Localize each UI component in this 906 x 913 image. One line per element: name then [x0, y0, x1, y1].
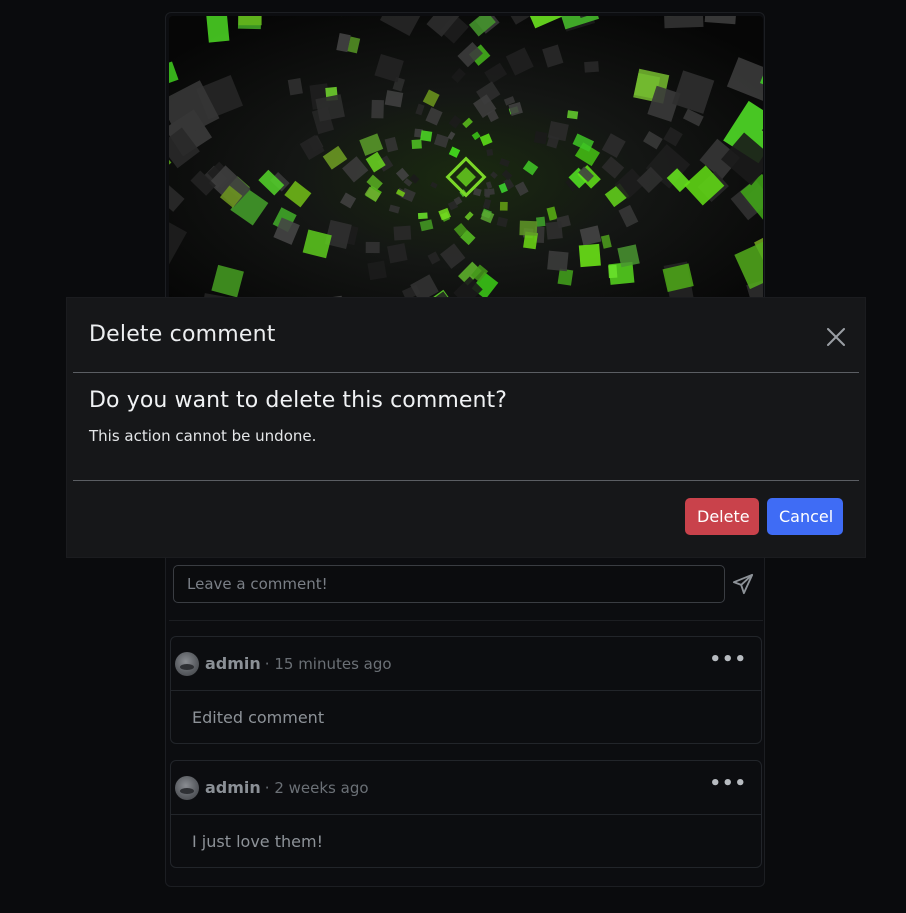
- decorative-cube: [662, 16, 704, 29]
- decorative-cube: [367, 260, 387, 281]
- avatar[interactable]: [175, 775, 199, 800]
- modal-body: Do you want to delete this comment? This…: [89, 372, 849, 480]
- decorative-cube: [484, 188, 490, 197]
- decorative-cube: [387, 243, 408, 264]
- comment-time: · 2 weeks ago: [264, 778, 369, 797]
- page: admin · 15 minutes ago ••• Edited commen…: [0, 0, 906, 913]
- modal-footer: Delete Cancel: [73, 480, 859, 558]
- modal-title: Delete comment: [89, 322, 276, 347]
- comment-author[interactable]: admin: [205, 654, 261, 673]
- decorative-cube: [499, 201, 508, 211]
- decorative-cube: [371, 99, 384, 119]
- decorative-cube: [417, 212, 428, 220]
- decorative-cube: [578, 243, 601, 268]
- comment-card: admin · 15 minutes ago ••• Edited commen…: [170, 636, 762, 744]
- delete-button[interactable]: Delete: [685, 498, 759, 535]
- decorative-cube: [411, 139, 422, 150]
- comment-divider: [169, 620, 763, 621]
- decorative-cube: [533, 130, 548, 145]
- decorative-cube: [206, 16, 230, 43]
- cancel-button[interactable]: Cancel: [767, 498, 843, 535]
- close-icon: [827, 328, 845, 346]
- decorative-cube: [566, 110, 579, 120]
- decorative-cube: [238, 16, 262, 26]
- modal-note: This action cannot be undone.: [89, 427, 317, 445]
- decorative-cube: [545, 221, 563, 240]
- avatar[interactable]: [175, 651, 199, 676]
- comment-card: admin · 2 weeks ago ••• I just love them…: [170, 760, 762, 868]
- decorative-cube: [547, 250, 569, 272]
- delete-comment-modal: Delete comment Do you want to delete thi…: [67, 298, 865, 557]
- comment-header: admin · 2 weeks ago •••: [171, 761, 761, 815]
- close-button[interactable]: [827, 328, 845, 346]
- comment-input[interactable]: [173, 565, 725, 603]
- decorative-cube: [393, 225, 412, 241]
- comment-time: · 15 minutes ago: [264, 654, 392, 673]
- decorative-cube: [608, 264, 618, 279]
- comment-text: Edited comment: [192, 707, 325, 727]
- paper-plane-icon: [732, 573, 754, 595]
- comment-author[interactable]: admin: [205, 778, 261, 797]
- post-image: [169, 16, 763, 311]
- comment-form: [173, 565, 759, 605]
- send-button[interactable]: [729, 570, 757, 598]
- comment-text: I just love them!: [192, 831, 323, 851]
- comment-header: admin · 15 minutes ago •••: [171, 637, 761, 691]
- modal-question: Do you want to delete this comment?: [89, 388, 508, 413]
- more-horizontal-icon[interactable]: •••: [709, 773, 747, 794]
- decorative-cube: [519, 220, 538, 236]
- decorative-cube: [365, 241, 380, 254]
- decorative-cube: [384, 90, 404, 108]
- decorative-cube: [486, 148, 494, 157]
- decorative-cube: [420, 130, 433, 142]
- more-horizontal-icon[interactable]: •••: [709, 649, 747, 670]
- decorative-cube: [617, 244, 640, 268]
- decorative-cube: [536, 216, 546, 227]
- modal-header: Delete comment: [73, 298, 859, 373]
- decorative-cube: [584, 61, 599, 73]
- decorative-cube: [287, 77, 303, 96]
